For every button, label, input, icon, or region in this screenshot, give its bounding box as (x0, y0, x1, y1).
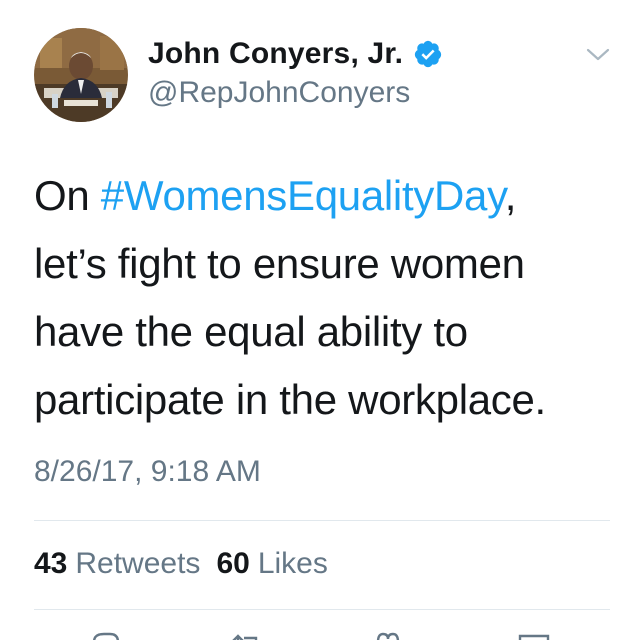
tweet-text-prefix: On (34, 172, 101, 219)
display-name[interactable]: John Conyers, Jr. (148, 37, 403, 71)
likes-count: 60 (216, 547, 250, 580)
tweet-text-line: participate in the workplace. (34, 376, 546, 423)
hashtag-link[interactable]: #WomensEqualityDay (101, 172, 505, 219)
tweet-text: On #WomensEqualityDay, let’s fight to en… (34, 162, 624, 434)
share-icon[interactable] (516, 628, 552, 640)
tweet-stats: 43 Retweets 60 Likes (34, 547, 328, 581)
divider (34, 609, 610, 610)
tweet-text-suffix: , (504, 172, 517, 219)
tweet-text-line: let’s fight to ensure women (34, 240, 525, 287)
divider (34, 520, 610, 521)
retweet-icon[interactable] (228, 628, 264, 640)
likes-stat[interactable]: 60 Likes (216, 547, 327, 580)
retweets-label: Retweets (75, 547, 201, 580)
chevron-down-icon[interactable] (585, 46, 611, 64)
retweets-count: 43 (34, 547, 68, 580)
user-handle[interactable]: @RepJohnConyers (148, 76, 410, 110)
retweets-stat[interactable]: 43 Retweets (34, 547, 200, 580)
tweet-text-line: have the equal ability to (34, 308, 468, 355)
tweet-text-line: On #WomensEqualityDay, (34, 162, 624, 230)
name-row: John Conyers, Jr. (148, 34, 443, 74)
likes-label: Likes (257, 547, 328, 580)
reply-icon[interactable] (88, 628, 124, 640)
avatar-photo (34, 28, 128, 122)
tweet-timestamp[interactable]: 8/26/17, 9:18 AM (34, 455, 261, 489)
tweet-card: John Conyers, Jr. @RepJohnConyers On #Wo… (0, 0, 640, 640)
verified-badge-icon (413, 39, 443, 69)
avatar[interactable] (34, 28, 128, 122)
heart-icon[interactable] (370, 628, 406, 640)
